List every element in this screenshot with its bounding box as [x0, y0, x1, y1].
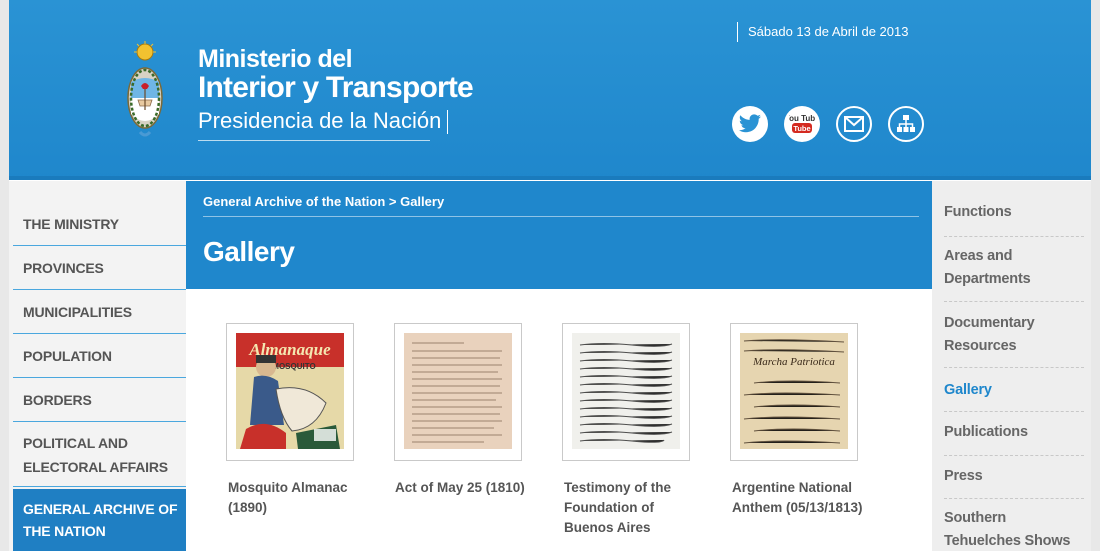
breadcrumb[interactable]: General Archive of the Nation > Gallery	[203, 194, 444, 209]
rnav-item-functions[interactable]: Functions	[944, 201, 1086, 224]
rnav-item-documentary-resources[interactable]: Documentary Resources	[944, 312, 1086, 358]
rnav-divider	[944, 236, 1084, 237]
brand-line-3: Presidencia de la Nación	[198, 106, 473, 136]
twitter-button[interactable]	[732, 106, 768, 142]
rnav-divider	[944, 411, 1084, 412]
gallery-caption-foundation-testimony[interactable]: Testimony of the Foundation of Buenos Ai…	[564, 478, 704, 538]
rnav-item-gallery[interactable]: Gallery	[944, 379, 1086, 402]
gallery-caption-national-anthem[interactable]: Argentine National Anthem (05/13/1813)	[732, 478, 872, 518]
gallery-thumb-national-anthem[interactable]: Marcha Patriotica	[730, 323, 858, 461]
left-navigation: THE MINISTRY PROVINCES MUNICIPALITIES PO…	[9, 181, 186, 551]
right-navigation-items: Functions Areas and Departments Document…	[932, 181, 1091, 551]
gallery-thumb-mosquito-almanac[interactable]: Almanaque MOSQUITO	[226, 323, 354, 461]
anthem-manuscript-heading: Marcha Patriotica	[752, 356, 835, 368]
right-frame	[1091, 0, 1100, 551]
rnav-item-press[interactable]: Press	[944, 465, 1086, 488]
almanac-cover-subtitle: MOSQUITO	[272, 362, 315, 371]
brand-cursor-bar	[447, 110, 449, 135]
left-frame	[0, 0, 9, 551]
svg-text:Tube: Tube	[793, 124, 810, 133]
nav-item-population[interactable]: POPULATION	[13, 335, 186, 378]
mail-button[interactable]	[836, 106, 872, 142]
youtube-icon: You Tube Tube	[789, 114, 815, 133]
rnav-divider	[944, 455, 1084, 456]
nav-item-provinces[interactable]: PROVINCES	[13, 247, 186, 290]
nav-item-general-archive[interactable]: GENERAL ARCHIVE OF THE NATION	[13, 489, 186, 551]
site-header	[9, 0, 1091, 180]
brand-line-3-text: Presidencia de la Nación	[198, 108, 442, 133]
brand-underline	[198, 140, 430, 141]
svg-text:You Tube: You Tube	[789, 114, 815, 123]
youtube-button[interactable]: You Tube Tube	[784, 106, 820, 142]
gallery-caption-act-may-25[interactable]: Act of May 25 (1810)	[395, 478, 535, 498]
nav-item-borders[interactable]: BORDERS	[13, 379, 186, 422]
sitemap-icon	[897, 115, 915, 132]
gallery-caption-mosquito-almanac[interactable]: Mosquito Almanac (1890)	[228, 478, 368, 518]
brand-line-1: Ministerio del	[198, 45, 353, 73]
rnav-divider	[944, 498, 1084, 499]
national-seal-icon[interactable]	[126, 40, 164, 144]
ministry-brand[interactable]: Ministerio del Interior y Transporte Pre…	[198, 45, 474, 136]
header-date: Sábado 13 de Abril de 2013	[737, 22, 908, 42]
rnav-item-publications[interactable]: Publications	[944, 421, 1086, 444]
mail-icon	[844, 116, 864, 132]
rnav-divider	[944, 367, 1084, 368]
gallery-thumb-act-may-25[interactable]	[394, 323, 522, 461]
title-bar	[186, 217, 932, 289]
gallery-thumb-foundation-testimony[interactable]	[562, 323, 690, 461]
gallery-image-act-may-25	[404, 333, 512, 449]
rnav-item-areas-departments[interactable]: Areas and Departments	[944, 245, 1086, 291]
social-links: You Tube Tube	[732, 106, 924, 142]
nav-item-the-ministry[interactable]: THE MINISTRY	[13, 203, 186, 246]
nav-item-political-electoral[interactable]: POLITICAL AND ELECTORAL AFFAIRS	[13, 423, 186, 487]
header-divider	[9, 176, 1091, 180]
twitter-icon	[739, 114, 761, 133]
brand-line-2: Interior y Transporte	[198, 71, 474, 104]
gallery-image-mosquito-almanac: Almanaque MOSQUITO	[236, 333, 344, 449]
sitemap-button[interactable]	[888, 106, 924, 142]
rnav-divider	[944, 301, 1084, 302]
gallery-image-foundation-testimony	[572, 333, 680, 449]
page-title: Gallery	[203, 236, 295, 267]
nav-item-municipalities[interactable]: MUNICIPALITIES	[13, 291, 186, 334]
page: Ministerio del Interior y Transporte Pre…	[0, 0, 1100, 551]
gallery-image-national-anthem: Marcha Patriotica	[740, 333, 848, 449]
rnav-item-southern-tehuelches[interactable]: Southern Tehuelches Shows	[944, 507, 1086, 551]
